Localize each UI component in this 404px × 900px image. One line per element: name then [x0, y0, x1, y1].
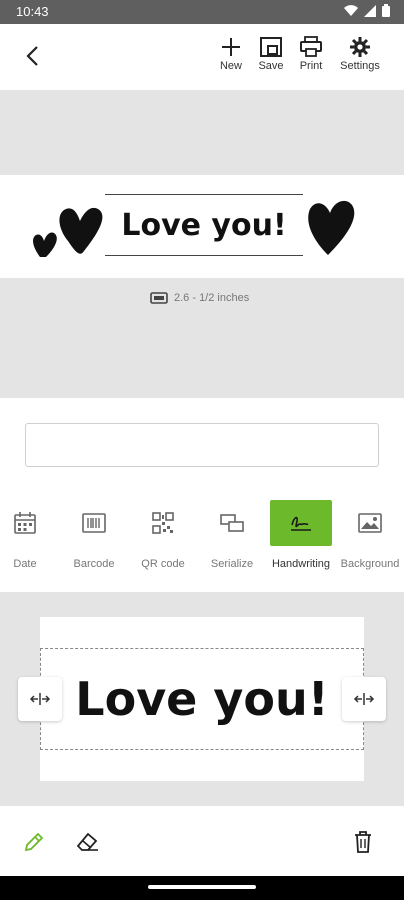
settings-label: Settings — [340, 60, 380, 72]
tool-qr-code-label: QR code — [141, 558, 185, 570]
resize-horizontal-icon — [29, 693, 51, 705]
tool-serialize-label: Serialize — [210, 558, 254, 570]
label-size-info: 2.6 - 1/2 inches — [150, 292, 249, 304]
plus-icon — [222, 38, 240, 56]
tool-background[interactable]: Background — [337, 500, 403, 570]
new-button[interactable]: New — [209, 36, 253, 72]
save-icon — [260, 37, 282, 57]
tool-handwriting[interactable]: Handwriting — [268, 500, 334, 570]
calendar-icon — [14, 512, 36, 534]
tape-icon — [150, 292, 168, 304]
tool-barcode[interactable]: Barcode — [61, 500, 127, 570]
heart-right-icon — [308, 200, 355, 255]
tool-serialize[interactable]: Serialize — [199, 500, 265, 570]
home-gesture-pill[interactable] — [148, 885, 256, 889]
label-text-input[interactable] — [25, 423, 379, 467]
signature-icon — [291, 516, 311, 531]
tool-date-label: Date — [13, 558, 37, 570]
status-icons — [344, 4, 390, 17]
trash-icon — [355, 831, 371, 853]
tool-background-label: Background — [340, 558, 400, 570]
editor-text[interactable]: Love you! — [40, 648, 364, 750]
eraser-icon — [76, 832, 98, 851]
back-button[interactable] — [18, 42, 46, 70]
hearts-left-icon — [33, 207, 103, 257]
qr-code-icon — [152, 512, 174, 534]
resize-handle-right[interactable] — [342, 677, 386, 721]
status-time: 10:43 — [16, 4, 49, 19]
printer-icon — [300, 36, 322, 57]
delete-button[interactable] — [352, 830, 380, 858]
signal-icon — [364, 4, 376, 17]
system-nav-bar — [0, 876, 404, 900]
wifi-icon — [344, 4, 358, 16]
bottom-toolbar — [0, 806, 404, 876]
gear-icon — [350, 37, 370, 57]
battery-icon — [382, 4, 390, 17]
serialize-icon — [220, 514, 244, 532]
print-button[interactable]: Print — [289, 36, 333, 72]
save-label: Save — [258, 60, 284, 72]
save-button[interactable]: Save — [249, 36, 293, 72]
image-icon — [358, 513, 382, 533]
tool-barcode-label: Barcode — [73, 558, 115, 570]
resize-horizontal-icon — [353, 693, 375, 705]
tool-qr-code[interactable]: QR code — [130, 500, 196, 570]
eraser-button[interactable] — [74, 830, 102, 858]
label-preview: Love you! — [0, 175, 404, 278]
new-label: New — [219, 60, 242, 72]
label-size-text: 2.6 - 1/2 inches — [174, 292, 250, 304]
pencil-icon — [24, 832, 44, 852]
chevron-left-icon — [26, 46, 38, 66]
print-label: Print — [299, 60, 323, 72]
status-bar: 10:43 — [0, 0, 404, 24]
resize-handle-left[interactable] — [18, 677, 62, 721]
tool-date[interactable]: Date — [0, 500, 58, 570]
top-toolbar: New Save Print Settings — [0, 24, 404, 90]
tool-handwriting-label: Handwriting — [271, 558, 331, 570]
barcode-icon — [82, 513, 106, 533]
pen-button[interactable] — [22, 830, 50, 858]
label-preview-text: Love you! — [121, 207, 287, 243]
settings-button[interactable]: Settings — [337, 36, 383, 72]
